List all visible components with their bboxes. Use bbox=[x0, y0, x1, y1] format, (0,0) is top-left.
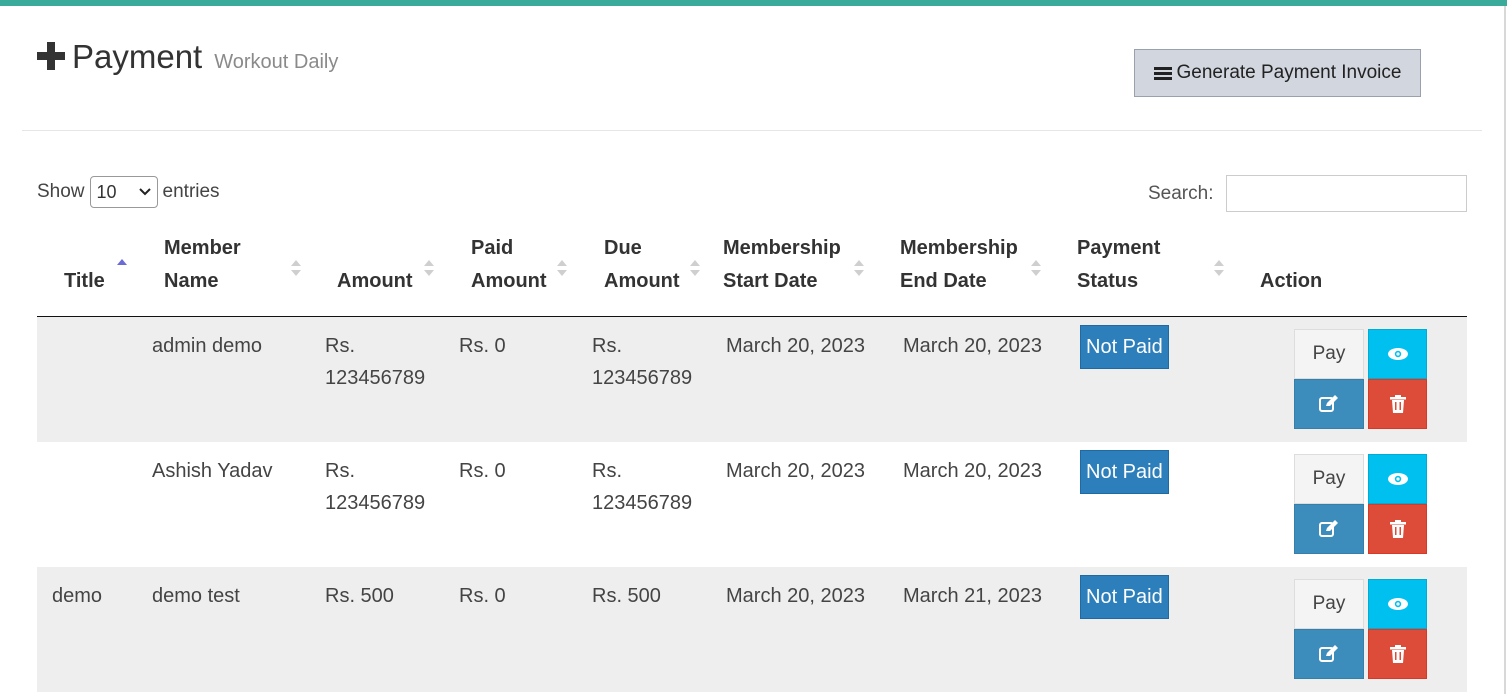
chevron-down-icon bbox=[138, 188, 151, 196]
cell-title bbox=[37, 442, 137, 567]
cell-title: demo bbox=[37, 566, 137, 692]
cell-member-name: demo test bbox=[137, 566, 310, 692]
cell-amount: Rs. 123456789 bbox=[310, 316, 444, 442]
trash-icon bbox=[1389, 395, 1406, 413]
cell-start-date: March 20, 2023 bbox=[711, 316, 888, 442]
pay-button[interactable]: Pay bbox=[1294, 578, 1364, 629]
search-label: Search: bbox=[1148, 183, 1214, 204]
table-row: admin demo Rs. 123456789 Rs. 0 Rs. 12345… bbox=[37, 316, 1467, 442]
edit-button[interactable] bbox=[1294, 628, 1364, 679]
payments-table: Title Member Name Amount Paid Amount Due… bbox=[37, 232, 1467, 692]
edit-button[interactable] bbox=[1294, 379, 1364, 429]
cell-actions: Pay bbox=[1245, 566, 1467, 692]
view-button[interactable] bbox=[1368, 453, 1427, 504]
column-title[interactable]: Title bbox=[37, 232, 137, 317]
column-paid-amount[interactable]: Paid Amount bbox=[444, 232, 577, 317]
entries-length-control: Show 10 entries bbox=[37, 176, 220, 208]
column-action: Action bbox=[1245, 232, 1467, 317]
page-header: Payment Workout Daily bbox=[36, 38, 338, 76]
cell-start-date: March 20, 2023 bbox=[726, 459, 865, 482]
sort-asc-icon bbox=[117, 259, 127, 265]
show-label: Show bbox=[37, 181, 85, 202]
edit-icon bbox=[1319, 519, 1338, 537]
column-due-amount[interactable]: Due Amount bbox=[577, 232, 711, 317]
cell-payment-status: Not Paid bbox=[1065, 566, 1245, 692]
view-button[interactable] bbox=[1368, 329, 1427, 379]
view-button[interactable] bbox=[1368, 578, 1427, 629]
sort-both-icon bbox=[291, 260, 301, 276]
delete-button[interactable] bbox=[1368, 628, 1427, 679]
cell-title bbox=[37, 316, 137, 442]
cell-actions: Pay bbox=[1245, 442, 1467, 567]
delete-button[interactable] bbox=[1368, 503, 1427, 554]
column-start-date[interactable]: Membership Start Date bbox=[711, 232, 888, 317]
cell-paid-amount: Rs. 0 bbox=[444, 316, 577, 442]
edit-button[interactable] bbox=[1294, 503, 1364, 554]
cell-start-date: March 20, 2023 bbox=[711, 566, 888, 692]
cell-due-amount: Rs. 123456789 bbox=[592, 459, 693, 514]
generate-invoice-label: Generate Payment Invoice bbox=[1176, 62, 1402, 83]
cell-due-amount: Rs. 500 bbox=[577, 566, 711, 692]
status-badge: Not Paid bbox=[1080, 325, 1169, 369]
column-end-date[interactable]: Membership End Date bbox=[888, 232, 1065, 317]
page-subtitle: Workout Daily bbox=[214, 51, 339, 73]
right-border bbox=[1504, 6, 1506, 694]
edit-icon bbox=[1319, 395, 1338, 412]
entries-select-value: 10 bbox=[96, 181, 117, 202]
column-amount[interactable]: Amount bbox=[310, 232, 444, 317]
page-title: Payment bbox=[72, 38, 203, 75]
cell-actions: Pay bbox=[1245, 316, 1467, 442]
status-badge: Not Paid bbox=[1080, 574, 1169, 619]
eye-icon bbox=[1387, 472, 1408, 485]
cell-paid-amount: Rs. 0 bbox=[459, 459, 506, 482]
sort-both-icon bbox=[690, 260, 700, 276]
entries-select[interactable]: 10 bbox=[89, 176, 158, 208]
table-row: demo demo test Rs. 500 Rs. 0 Rs. 500 Mar… bbox=[37, 566, 1467, 692]
column-payment-status[interactable]: Payment Status bbox=[1065, 232, 1245, 317]
cell-amount: Rs. 500 bbox=[310, 566, 444, 692]
cell-member-name: admin demo bbox=[137, 316, 310, 442]
bars-icon bbox=[1153, 66, 1172, 80]
plus-icon bbox=[37, 42, 65, 70]
eye-icon bbox=[1387, 597, 1408, 610]
pay-button[interactable]: Pay bbox=[1294, 329, 1364, 379]
cell-paid-amount: Rs. 0 bbox=[444, 566, 577, 692]
trash-icon bbox=[1389, 644, 1406, 663]
generate-invoice-button[interactable]: Generate Payment Invoice bbox=[1134, 49, 1421, 97]
cell-member-name: Ashish Yadav bbox=[152, 459, 273, 482]
table-header-row: Title Member Name Amount Paid Amount Due… bbox=[37, 232, 1467, 317]
cell-end-date: March 20, 2023 bbox=[903, 459, 1042, 482]
search-input[interactable] bbox=[1226, 175, 1467, 212]
column-member-name[interactable]: Member Name bbox=[137, 232, 310, 317]
cell-end-date: March 21, 2023 bbox=[888, 566, 1065, 692]
edit-icon bbox=[1319, 644, 1338, 662]
cell-amount: Rs. 123456789 bbox=[325, 459, 426, 514]
cell-end-date: March 20, 2023 bbox=[888, 316, 1065, 442]
sort-both-icon bbox=[1031, 260, 1041, 276]
delete-button[interactable] bbox=[1368, 379, 1427, 429]
sort-both-icon bbox=[854, 260, 864, 276]
cell-payment-status: Not Paid bbox=[1065, 442, 1245, 567]
sort-both-icon bbox=[557, 260, 567, 276]
cell-payment-status: Not Paid bbox=[1065, 316, 1245, 442]
cell-due-amount: Rs. 123456789 bbox=[577, 316, 711, 442]
eye-icon bbox=[1387, 348, 1408, 360]
trash-icon bbox=[1389, 519, 1406, 538]
pay-button[interactable]: Pay bbox=[1294, 453, 1364, 504]
sort-both-icon bbox=[1214, 260, 1224, 276]
table-row: Ashish Yadav Rs. 123456789 Rs. 0 Rs. 123… bbox=[37, 442, 1467, 567]
sort-both-icon bbox=[424, 260, 434, 276]
status-badge: Not Paid bbox=[1080, 449, 1169, 494]
entries-label: entries bbox=[162, 181, 220, 202]
